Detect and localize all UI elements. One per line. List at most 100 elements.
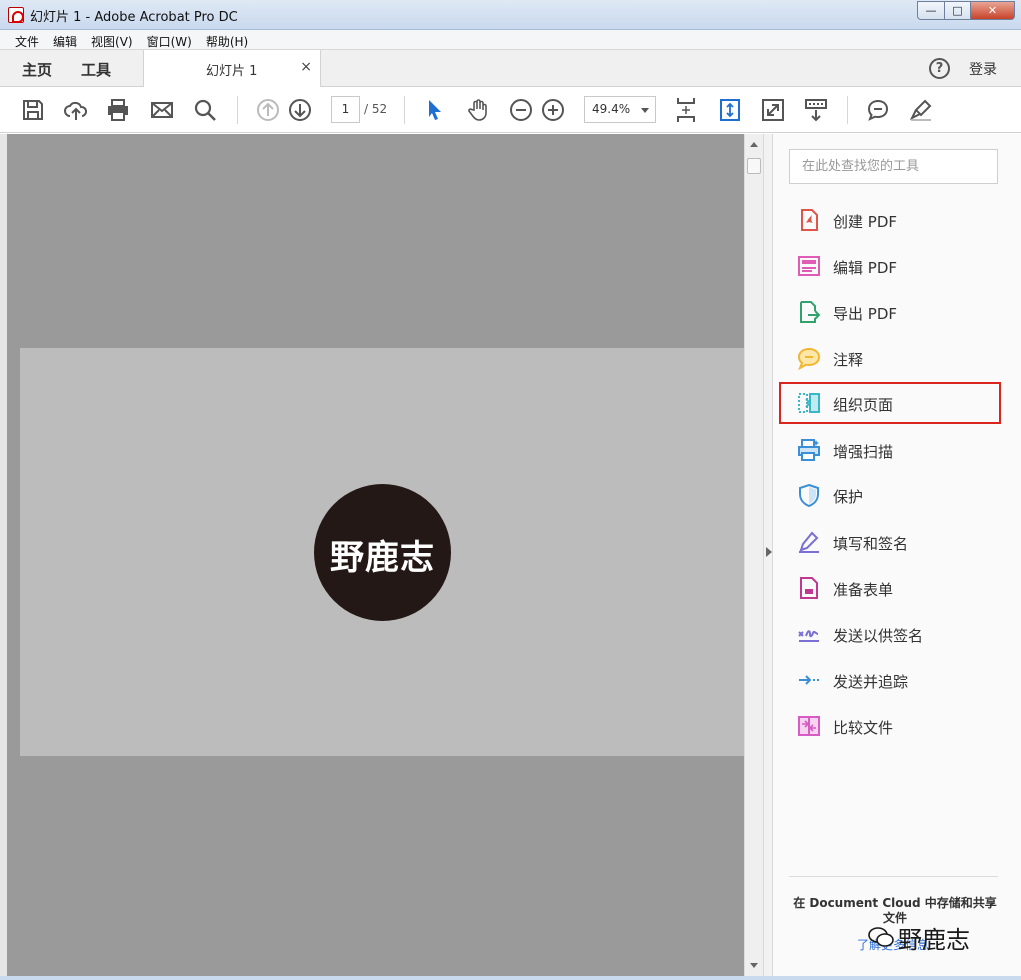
tab-row: 主页 工具 幻灯片 1 × ? 登录 bbox=[0, 50, 1021, 87]
menu-window[interactable]: 窗口(W) bbox=[140, 30, 199, 49]
tool-label: 组织页面 bbox=[833, 396, 894, 414]
comment-icon[interactable] bbox=[866, 98, 890, 122]
page-up-icon[interactable] bbox=[256, 98, 280, 122]
collapse-pane-icon[interactable] bbox=[766, 547, 772, 557]
tool-edit-pdf[interactable]: 编辑 PDF bbox=[779, 245, 1001, 287]
tool-search-input[interactable]: 在此处查找您的工具 bbox=[789, 149, 998, 184]
print-icon[interactable] bbox=[106, 98, 130, 122]
title-bar: 幻灯片 1 - Adobe Acrobat Pro DC — □ ✕ bbox=[0, 0, 1021, 30]
tool-label: 比较文件 bbox=[833, 719, 894, 737]
protect-shield-icon bbox=[799, 483, 819, 507]
scroll-up-icon[interactable] bbox=[750, 142, 758, 147]
scroll-down-icon[interactable] bbox=[750, 963, 758, 968]
scroll-mode-icon[interactable] bbox=[718, 98, 742, 122]
tool-label: 增强扫描 bbox=[833, 443, 894, 461]
save-icon[interactable] bbox=[21, 98, 45, 122]
tool-prepare-form[interactable]: 准备表单 bbox=[779, 567, 1001, 609]
tools-pane-divider[interactable] bbox=[763, 134, 773, 976]
tool-enhance-scan[interactable]: 增强扫描 bbox=[779, 429, 1001, 471]
toolbar-separator bbox=[404, 96, 405, 124]
menu-help[interactable]: 帮助(H) bbox=[199, 30, 255, 49]
left-nav-strip bbox=[0, 134, 7, 976]
next-page bbox=[20, 756, 744, 976]
tool-label: 导出 PDF bbox=[833, 305, 897, 323]
prepare-form-icon bbox=[800, 577, 818, 599]
zoom-level-value: 49.4% bbox=[592, 102, 631, 116]
current-page: 野鹿志 bbox=[20, 348, 744, 756]
fit-page-icon[interactable] bbox=[674, 96, 698, 124]
comment-bubble-icon bbox=[797, 347, 821, 370]
watermark-text: 野鹿志 bbox=[898, 926, 970, 954]
main-toolbar: 1 / 52 49.4% bbox=[0, 87, 1021, 133]
tool-compare-files[interactable]: 比较文件 bbox=[779, 705, 1001, 747]
acrobat-app-icon bbox=[8, 7, 24, 23]
read-mode-icon[interactable] bbox=[804, 98, 828, 122]
tool-export-pdf[interactable]: 导出 PDF bbox=[779, 291, 1001, 333]
window-controls: — □ ✕ bbox=[917, 1, 1015, 20]
edit-pdf-icon bbox=[798, 256, 820, 276]
close-window-button[interactable]: ✕ bbox=[971, 1, 1015, 20]
document-viewport[interactable]: 野鹿志 bbox=[7, 134, 764, 976]
menu-view[interactable]: 视图(V) bbox=[84, 30, 140, 49]
tab-document[interactable]: 幻灯片 1 × bbox=[143, 50, 321, 87]
scrollbar-thumb[interactable] bbox=[747, 158, 761, 174]
chevron-down-icon bbox=[641, 108, 649, 113]
tool-label: 发送并追踪 bbox=[833, 673, 909, 691]
toolbar-separator bbox=[847, 96, 848, 124]
window-title: 幻灯片 1 - Adobe Acrobat Pro DC bbox=[30, 10, 238, 25]
previous-page bbox=[20, 134, 744, 348]
close-tab-icon[interactable]: × bbox=[300, 59, 312, 75]
logo-text: 野鹿志 bbox=[330, 538, 435, 578]
page-number-input[interactable]: 1 bbox=[331, 96, 360, 123]
tool-label: 注释 bbox=[833, 351, 864, 369]
tool-fill-sign[interactable]: 填写和签名 bbox=[779, 521, 1001, 563]
fill-sign-icon bbox=[799, 531, 819, 553]
tool-send-for-signature[interactable]: 发送以供签名 bbox=[779, 613, 1001, 655]
tool-label: 编辑 PDF bbox=[833, 259, 897, 277]
highlight-icon[interactable] bbox=[909, 98, 933, 122]
zoom-in-icon[interactable] bbox=[541, 98, 565, 122]
tool-label: 准备表单 bbox=[833, 581, 894, 599]
tool-comment[interactable]: 注释 bbox=[779, 337, 1001, 379]
send-track-icon bbox=[799, 675, 819, 685]
document-tab-label: 幻灯片 1 bbox=[206, 64, 258, 79]
vertical-scrollbar[interactable] bbox=[744, 134, 763, 976]
tool-send-track[interactable]: 发送并追踪 bbox=[779, 659, 1001, 701]
tool-label: 保护 bbox=[833, 488, 864, 506]
menu-bar: 文件 编辑 视图(V) 窗口(W) 帮助(H) bbox=[0, 30, 1021, 50]
login-link[interactable]: 登录 bbox=[969, 59, 997, 79]
help-icon[interactable]: ? bbox=[929, 58, 950, 79]
tool-protect[interactable]: 保护 bbox=[779, 474, 1001, 516]
window-frame-bottom bbox=[0, 976, 1021, 980]
maximize-button[interactable]: □ bbox=[945, 1, 971, 20]
menu-edit[interactable]: 编辑 bbox=[46, 30, 84, 49]
upload-cloud-icon[interactable] bbox=[64, 98, 88, 122]
page-down-icon[interactable] bbox=[288, 98, 312, 122]
logo-circle: 野鹿志 bbox=[314, 484, 451, 621]
hand-icon[interactable] bbox=[466, 98, 490, 122]
full-screen-icon[interactable] bbox=[761, 98, 785, 122]
zoom-level-select[interactable]: 49.4% bbox=[584, 96, 656, 123]
tab-home[interactable]: 主页 bbox=[22, 59, 52, 80]
tab-tools[interactable]: 工具 bbox=[81, 59, 111, 80]
tools-pane: 在此处查找您的工具 创建 PDF 编辑 PDF 导出 PDF 注释 组织页面 增… bbox=[773, 134, 1021, 976]
search-icon[interactable] bbox=[193, 98, 217, 122]
minimize-button[interactable]: — bbox=[917, 1, 945, 20]
enhance-scan-icon bbox=[798, 439, 820, 461]
send-for-signature-icon bbox=[798, 630, 819, 642]
organize-pages-icon bbox=[798, 393, 820, 413]
create-pdf-icon bbox=[801, 209, 818, 231]
export-pdf-icon bbox=[800, 301, 821, 323]
tool-organize-pages[interactable]: 组织页面 bbox=[779, 382, 1001, 424]
wechat-icon bbox=[868, 927, 894, 947]
menu-file[interactable]: 文件 bbox=[8, 30, 46, 49]
compare-files-icon bbox=[798, 716, 820, 736]
tool-label: 填写和签名 bbox=[833, 535, 909, 553]
watermark: 野鹿志 bbox=[868, 918, 998, 954]
tool-create-pdf[interactable]: 创建 PDF bbox=[779, 199, 1001, 241]
tool-label: 发送以供签名 bbox=[833, 627, 924, 645]
select-arrow-icon[interactable] bbox=[423, 98, 447, 122]
email-icon[interactable] bbox=[150, 98, 174, 122]
tool-label: 创建 PDF bbox=[833, 213, 897, 231]
zoom-out-icon[interactable] bbox=[509, 98, 533, 122]
